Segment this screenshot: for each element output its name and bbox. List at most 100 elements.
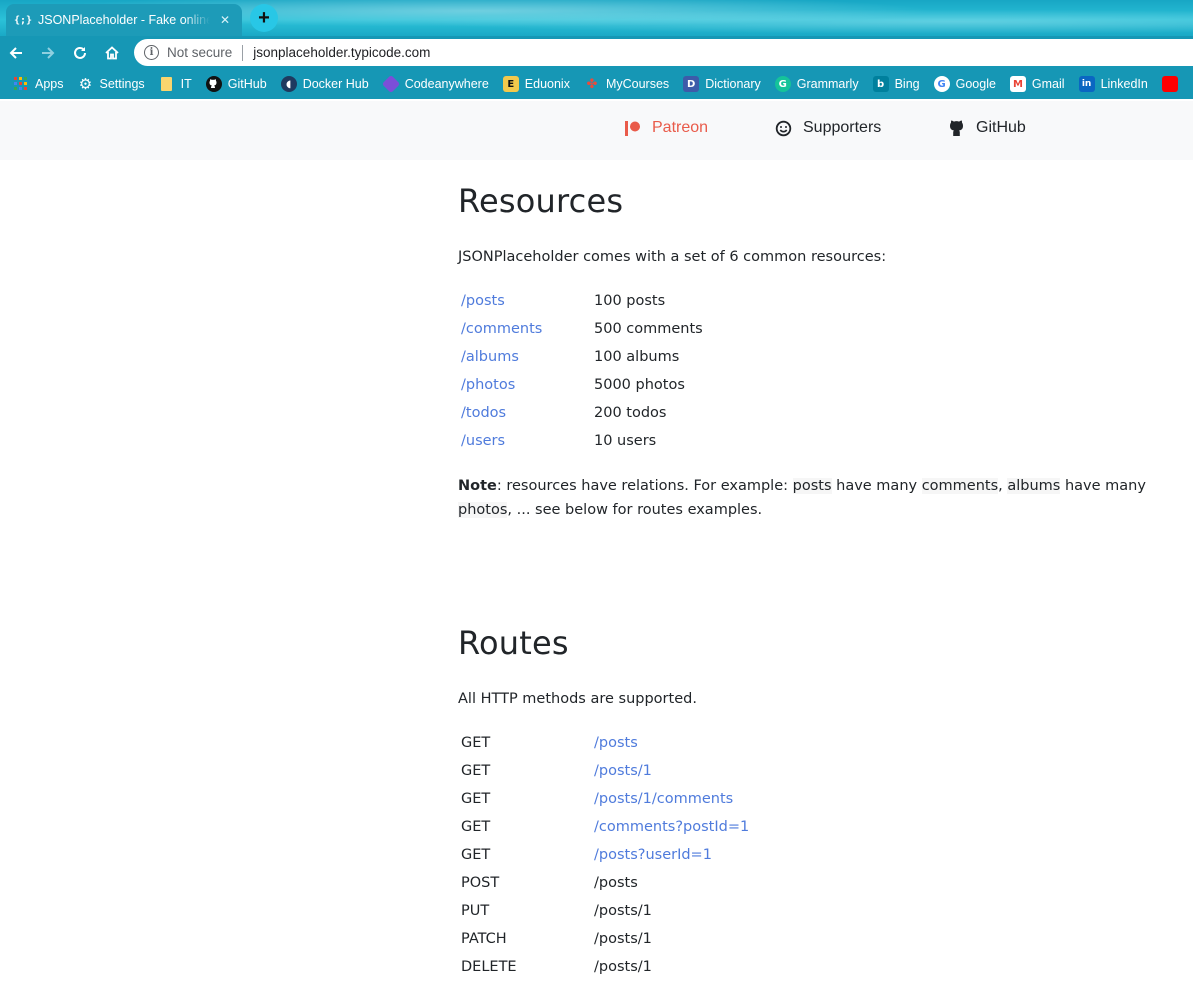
youtube-icon [1161,76,1178,92]
gear-icon: ⚙ [78,75,93,93]
nav-supporters-link[interactable]: Supporters [775,119,881,137]
forward-button[interactable] [32,37,64,69]
bookmark-label: Google [955,77,996,91]
smile-icon [775,120,792,136]
linkedin-icon: in [1078,76,1095,92]
bookmark-label: Dictionary [705,77,761,91]
table-row: POST/posts [458,869,752,897]
bookmark-label: Eduonix [524,77,570,91]
security-indicator[interactable]: i Not secure [144,45,232,60]
bookmark-settings[interactable]: ⚙ Settings [71,72,152,96]
back-button[interactable] [0,37,32,69]
table-row: /users 10 users [458,427,706,455]
bookmark-gmail[interactable]: M Gmail [1003,72,1072,96]
bookmark-github[interactable]: GitHub [199,72,274,96]
route-link[interactable]: /posts/1 [594,763,652,779]
site-navbar: Patreon Supporters GitHub [0,101,1193,160]
docker-icon: ◖ [280,76,297,92]
url-text[interactable]: jsonplaceholder.typicode.com [253,45,430,60]
bookmark-codeanywhere[interactable]: Codeanywhere [376,72,496,96]
relations-note: Note: resources have relations. For exam… [458,474,1193,522]
resource-link[interactable]: /comments [461,321,542,337]
codeanywhere-icon [381,74,400,94]
reload-icon [74,46,86,59]
google-icon: G [933,76,950,92]
bookmark-bing[interactable]: b Bing [866,72,927,96]
reload-button[interactable] [64,37,96,69]
resource-link[interactable]: /posts [461,293,505,309]
route-link[interactable]: /posts/1/comments [594,791,733,807]
table-row: GET/posts [458,729,752,757]
resource-link[interactable]: /todos [461,405,506,421]
bookmarks-bar: Apps ⚙ Settings IT GitHub ◖ Docker Hub C… [0,69,1193,99]
folder-icon [159,76,175,92]
resource-count: 100 posts [594,293,666,309]
route-link[interactable]: /posts?userId=1 [594,847,712,863]
resource-link[interactable]: /albums [461,349,519,365]
bookmark-eduonix[interactable]: E Eduonix [496,72,577,96]
note-text: : resources have relations. For example: [496,478,793,494]
table-row: GET/posts/1 [458,757,752,785]
new-tab-button[interactable]: + [250,4,278,32]
resources-heading: Resources [458,182,624,220]
bookmark-dictionary[interactable]: D Dictionary [676,72,768,96]
bookmark-label: GitHub [227,77,267,91]
nav-patreon-link[interactable]: Patreon [624,119,708,137]
bookmark-label: Grammarly [796,77,859,91]
bookmark-linkedin[interactable]: in LinkedIn [1072,72,1155,96]
table-row: DELETE/posts/1 [458,953,752,981]
nav-github-link[interactable]: GitHub [948,119,1026,137]
route-link[interactable]: /comments?postId=1 [594,819,749,835]
route-link[interactable]: /posts [594,735,638,751]
note-code: albums [1007,478,1061,494]
route-path: /posts [594,875,638,891]
bookmark-label: Docker Hub [302,77,369,91]
address-bar[interactable]: i Not secure jsonplaceholder.typicode.co… [134,39,1193,66]
bookmark-grammarly[interactable]: G Grammarly [768,72,866,96]
http-method: GET [461,735,491,751]
bookmark-docker-hub[interactable]: ◖ Docker Hub [274,72,376,96]
close-icon[interactable]: ✕ [218,13,232,27]
note-code: comments [921,478,999,494]
resource-link[interactable]: /users [461,433,505,449]
info-icon: i [144,45,159,60]
table-row: GET/posts/1/comments [458,785,752,813]
bookmark-label: Settings [99,77,145,91]
resource-count: 100 albums [594,349,680,365]
bookmark-google[interactable]: G Google [927,72,1003,96]
bookmark-label: MyCourses [605,77,670,91]
table-row: /albums 100 albums [458,343,706,371]
table-row: GET/comments?postId=1 [458,813,752,841]
bookmark-it[interactable]: IT [152,72,199,96]
bookmark-label: Gmail [1031,77,1065,91]
nav-patreon-label: Patreon [652,119,709,136]
resource-count: 200 todos [594,405,667,421]
resources-intro: JSONPlaceholder comes with a set of 6 co… [458,249,887,265]
home-icon [105,45,119,59]
apps-icon [13,76,29,92]
nav-github-label: GitHub [976,119,1026,136]
table-row: /todos 200 todos [458,399,706,427]
home-button[interactable] [96,37,128,69]
bookmark-youtube-partial[interactable] [1155,72,1185,96]
resource-count: 10 users [594,433,657,449]
github-icon [950,120,963,136]
http-method: GET [461,847,491,863]
security-label: Not secure [167,45,233,60]
routes-intro: All HTTP methods are supported. [458,691,697,707]
route-path: /posts/1 [594,959,652,975]
tab-title: JSONPlaceholder - Fake online R [38,13,210,27]
http-method: PATCH [461,931,507,947]
note-code: posts [792,478,832,494]
table-row: /photos 5000 photos [458,371,706,399]
bookmark-label: IT [180,77,192,91]
bookmark-label: LinkedIn [1100,77,1148,91]
bookmark-apps[interactable]: Apps [6,72,71,96]
http-method: GET [461,763,491,779]
browser-tab[interactable]: {;} JSONPlaceholder - Fake online R ✕ [6,4,242,36]
route-path: /posts/1 [594,931,652,947]
bookmark-mycourses[interactable]: ✤ MyCourses [577,72,676,96]
resource-link[interactable]: /photos [461,377,515,393]
gmail-icon: M [1009,76,1026,92]
resources-table: /posts 100 posts /comments 500 comments /a… [458,287,706,455]
